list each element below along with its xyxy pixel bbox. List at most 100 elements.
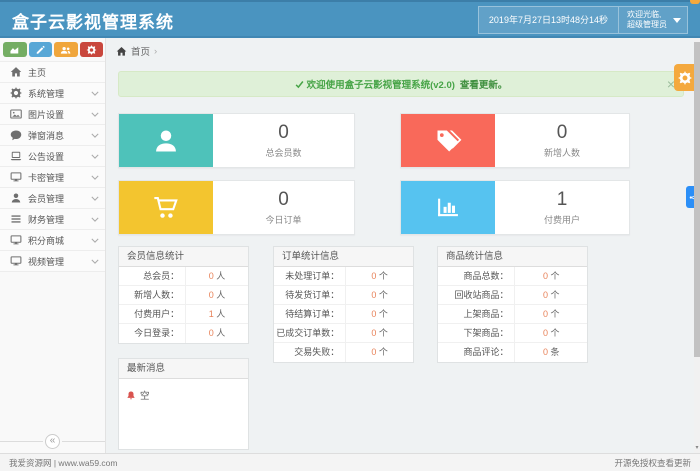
stat-label: 新增人数 [544, 146, 580, 159]
stat-row: 已成交订单数： 0 个 [274, 324, 413, 343]
stat-row-label: 商品总数： [438, 267, 515, 285]
sidebar-item[interactable]: 会员管理 [0, 188, 105, 209]
footer-credit-link[interactable]: 我爱资源网 | www.wa59.com [9, 457, 117, 469]
sidebar-item[interactable]: 财务管理 [0, 209, 105, 230]
stat-row-label: 总会员： [119, 267, 186, 285]
chart-area-icon [9, 45, 20, 55]
stat-row-label: 上架商品： [438, 305, 515, 323]
sidebar-item[interactable]: 公告设置 [0, 146, 105, 167]
bar-chart-icon [401, 181, 495, 234]
datetime-display: 2019年7月27日13时48分14秒 [478, 6, 618, 34]
chevron-down-icon [91, 91, 99, 96]
check-icon [295, 80, 304, 89]
alert-update-link[interactable]: 查看更新。 [460, 77, 508, 91]
welcome-alert: 欢迎使用盒子云影视管理系统(v2.0) 查看更新。 × [118, 71, 684, 97]
stat-row-label: 今日登录： [119, 324, 186, 343]
quick-button[interactable] [80, 42, 104, 57]
main-content: 首页 › 欢迎使用盒子云影视管理系统(v2.0) 查看更新。 × 0 总会员数 [106, 38, 694, 453]
panel-order-stats: 订单统计信息 未处理订单： 0 个 待发货订单： 0 个 待结算订单： [273, 246, 414, 363]
sidebar-menu: 主页 系统管理 图片设置 弹窗消息 [0, 61, 105, 272]
panel-title: 最新消息 [119, 359, 248, 379]
stat-row: 今日登录： 0 人 [119, 324, 248, 343]
sidebar-item-label: 视频管理 [28, 255, 91, 268]
laptop-icon [9, 150, 22, 163]
stat-row-value: 0 [543, 290, 548, 300]
sidebar-item[interactable]: 卡密管理 [0, 167, 105, 188]
cart-icon [119, 181, 213, 234]
person-icon [119, 114, 213, 167]
scroll-down-icon[interactable]: ▾ [694, 445, 700, 452]
stat-row: 待结算订单： 0 个 [274, 305, 413, 324]
quick-button[interactable] [3, 42, 27, 57]
stat-row-label: 待结算订单： [274, 305, 346, 323]
stat-card: 1 付费用户 [400, 180, 630, 235]
stat-row-label: 回收站商品： [438, 286, 515, 304]
stat-row-unit: 个 [379, 328, 388, 338]
home-icon[interactable] [116, 46, 127, 57]
stat-row-unit: 个 [550, 328, 559, 338]
stat-row-value: 0 [371, 328, 376, 338]
pencil-icon [35, 45, 46, 55]
stat-row: 下架商品： 0 个 [438, 324, 587, 343]
sidebar-item-label: 图片设置 [28, 108, 91, 121]
stat-row-unit: 条 [550, 347, 559, 357]
stat-cards: 0 总会员数 0 新增人数 0 今日订单 [118, 113, 630, 235]
monitor-icon [9, 255, 22, 268]
stat-card: 0 总会员数 [118, 113, 355, 168]
stat-row-unit: 人 [216, 271, 225, 281]
sidebar-item[interactable]: 弹窗消息 [0, 125, 105, 146]
stat-row-unit: 个 [550, 309, 559, 319]
chevron-down-icon [91, 259, 99, 264]
quick-button[interactable] [54, 42, 78, 57]
caret-down-icon [673, 18, 681, 23]
stat-row-label: 交易失败： [274, 343, 346, 362]
sidebar-item[interactable]: 积分商城 [0, 230, 105, 251]
breadcrumb-separator: › [154, 46, 157, 57]
footer-update-link[interactable]: 开源免授权查看更新 [614, 457, 691, 469]
scrollbar-thumb[interactable] [694, 42, 700, 357]
news-empty-text: 空 [140, 388, 150, 402]
welcome-text: 欢迎光临, [627, 10, 667, 20]
sidebar-item-label: 财务管理 [28, 213, 91, 226]
stat-row-value: 0 [209, 271, 214, 281]
sidebar-item[interactable]: 视频管理 [0, 251, 105, 272]
sidebar-item-label: 积分商城 [28, 234, 91, 247]
sidebar-item[interactable]: 主页 [0, 62, 105, 83]
sidebar-item-label: 会员管理 [28, 192, 91, 205]
stat-row: 总会员： 0 人 [119, 267, 248, 286]
stat-label: 今日订单 [265, 213, 301, 226]
stat-row-label: 付费用户： [119, 305, 186, 323]
stat-row-value: 0 [209, 290, 214, 300]
image-icon [9, 108, 22, 121]
users-icon [60, 45, 71, 55]
stat-row-unit: 个 [550, 290, 559, 300]
stat-value: 0 [278, 122, 289, 144]
angle-left-icon: « [45, 434, 60, 449]
top-header: 盒子云影视管理系统 2019年7月27日13时48分14秒 欢迎光临, 超级管理… [0, 0, 700, 38]
stat-row: 新增人数： 0 人 [119, 286, 248, 305]
breadcrumb-home-label[interactable]: 首页 [131, 44, 150, 58]
quick-button[interactable] [29, 42, 53, 57]
floating-settings-button[interactable] [674, 64, 696, 91]
sidebar-item[interactable]: 系统管理 [0, 83, 105, 104]
stat-row: 未处理订单： 0 个 [274, 267, 413, 286]
sidebar-item[interactable]: 图片设置 [0, 104, 105, 125]
scrollbar-track[interactable]: ▾ [694, 38, 700, 453]
panel-title: 商品统计信息 [438, 247, 587, 267]
stat-row: 待发货订单： 0 个 [274, 286, 413, 305]
chevron-down-icon [91, 238, 99, 243]
user-menu[interactable]: 欢迎光临, 超级管理员 [618, 6, 688, 34]
user-icon [9, 192, 22, 205]
sidebar-item-label: 系统管理 [28, 87, 91, 100]
sidebar-collapse[interactable]: « [0, 434, 105, 449]
stat-row-value: 0 [543, 347, 548, 357]
sidebar-item-label: 公告设置 [28, 150, 91, 163]
stat-row: 付费用户： 1 人 [119, 305, 248, 324]
bell-icon [126, 390, 136, 401]
panel-title: 会员信息统计 [119, 247, 248, 267]
stat-row-label: 下架商品： [438, 324, 515, 342]
stat-row: 商品评论： 0 条 [438, 343, 587, 362]
stat-row-unit: 个 [379, 290, 388, 300]
stat-row-value: 0 [209, 328, 214, 338]
stat-row-value: 0 [371, 271, 376, 281]
